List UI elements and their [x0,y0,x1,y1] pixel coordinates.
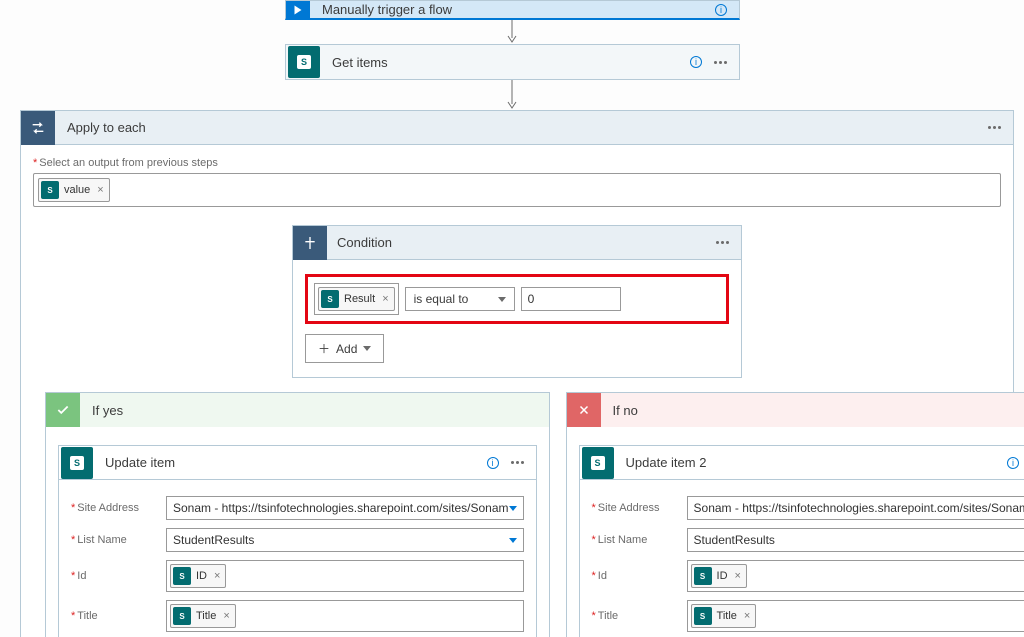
remove-token-icon[interactable]: × [733,570,741,582]
apply-to-each-header[interactable]: Apply to each [21,111,1013,145]
site-address-label: *Site Address [592,502,687,514]
list-name-label: *List Name [71,534,166,546]
trigger-icon [286,1,310,18]
id-input[interactable]: S ID × [687,560,1024,592]
more-icon[interactable] [716,241,729,244]
condition-header[interactable]: Condition [293,226,741,260]
result-token[interactable]: S Result × [318,287,395,311]
title-input[interactable]: S Title × [687,600,1024,632]
list-name-label: *List Name [592,534,687,546]
id-label: *Id [71,570,166,582]
output-label: *Select an output from previous steps [33,157,1001,169]
update-item-card: S Update item i *Site Address Sonam - ht… [58,445,537,637]
sharepoint-icon: S [582,447,614,479]
chevron-down-icon [498,297,506,302]
more-icon[interactable] [511,461,524,464]
title-label: *Title [71,610,166,622]
info-icon[interactable]: i [487,457,499,469]
title-input[interactable]: S Title × [166,600,524,632]
id-token[interactable]: S ID × [691,564,747,588]
condition-operator-dropdown[interactable]: is equal to [405,287,515,311]
apply-to-each-title: Apply to each [55,120,988,135]
chevron-down-icon [509,538,517,543]
update-item-2-card: S Update item 2 i *Site Address Sonam - … [579,445,1024,637]
if-no-header: If no [567,393,1024,427]
value-token[interactable]: S value × [38,178,110,202]
output-token-input[interactable]: S value × [33,173,1001,207]
close-icon [567,393,601,427]
plus-icon: ＋ [318,340,330,357]
title-token[interactable]: S Title × [170,604,236,628]
add-condition-button[interactable]: ＋ Add [305,334,384,363]
remove-token-icon[interactable]: × [742,610,750,622]
if-yes-branch: If yes S Update item i *Site Address [45,392,550,637]
condition-right-input[interactable]: 0 [521,287,621,311]
id-input[interactable]: S ID × [166,560,524,592]
condition-row: S Result × is equal to 0 [305,274,729,324]
sharepoint-icon: S [61,447,93,479]
arrow-icon [510,20,514,44]
remove-token-icon[interactable]: × [95,184,103,196]
condition-card: Condition S Result × is equal to [292,225,742,378]
info-icon[interactable]: i [690,56,702,68]
title-token[interactable]: S Title × [691,604,757,628]
id-token[interactable]: S ID × [170,564,226,588]
list-name-dropdown[interactable]: StudentResults [166,528,524,552]
apply-to-each-card: Apply to each *Select an output from pre… [20,110,1014,637]
more-icon[interactable] [714,61,727,64]
site-address-label: *Site Address [71,502,166,514]
info-icon[interactable]: i [715,4,727,16]
title-label: *Title [592,610,687,622]
get-items-title: Get items [322,55,690,70]
update-item-header[interactable]: S Update item i [59,446,536,480]
loop-icon [21,111,55,145]
list-name-dropdown[interactable]: StudentResults [687,528,1024,552]
more-icon[interactable] [988,126,1001,129]
condition-left-input[interactable]: S Result × [314,283,399,315]
info-icon[interactable]: i [1007,457,1019,469]
condition-title: Condition [327,235,716,250]
update-item-2-header[interactable]: S Update item 2 i [580,446,1024,480]
id-label: *Id [592,570,687,582]
check-icon [46,393,80,427]
remove-token-icon[interactable]: × [380,293,388,305]
if-yes-header: If yes [46,393,549,427]
trigger-title: Manually trigger a flow [310,2,715,17]
condition-icon [293,226,327,260]
site-address-dropdown[interactable]: Sonam - https://tsinfotechnologies.share… [166,496,524,520]
if-no-branch: If no S Update item 2 i *Site Address [566,392,1024,637]
chevron-down-icon [509,506,517,511]
update-item-2-title: Update item 2 [616,455,1008,470]
chevron-down-icon [363,346,371,351]
sharepoint-icon: S [288,46,320,78]
trigger-card[interactable]: Manually trigger a flow i [285,0,740,20]
get-items-card[interactable]: S Get items i [285,44,740,80]
remove-token-icon[interactable]: × [212,570,220,582]
site-address-dropdown[interactable]: Sonam - https://tsinfotechnologies.share… [687,496,1024,520]
remove-token-icon[interactable]: × [221,610,229,622]
update-item-title: Update item [95,455,487,470]
arrow-icon [510,80,514,110]
